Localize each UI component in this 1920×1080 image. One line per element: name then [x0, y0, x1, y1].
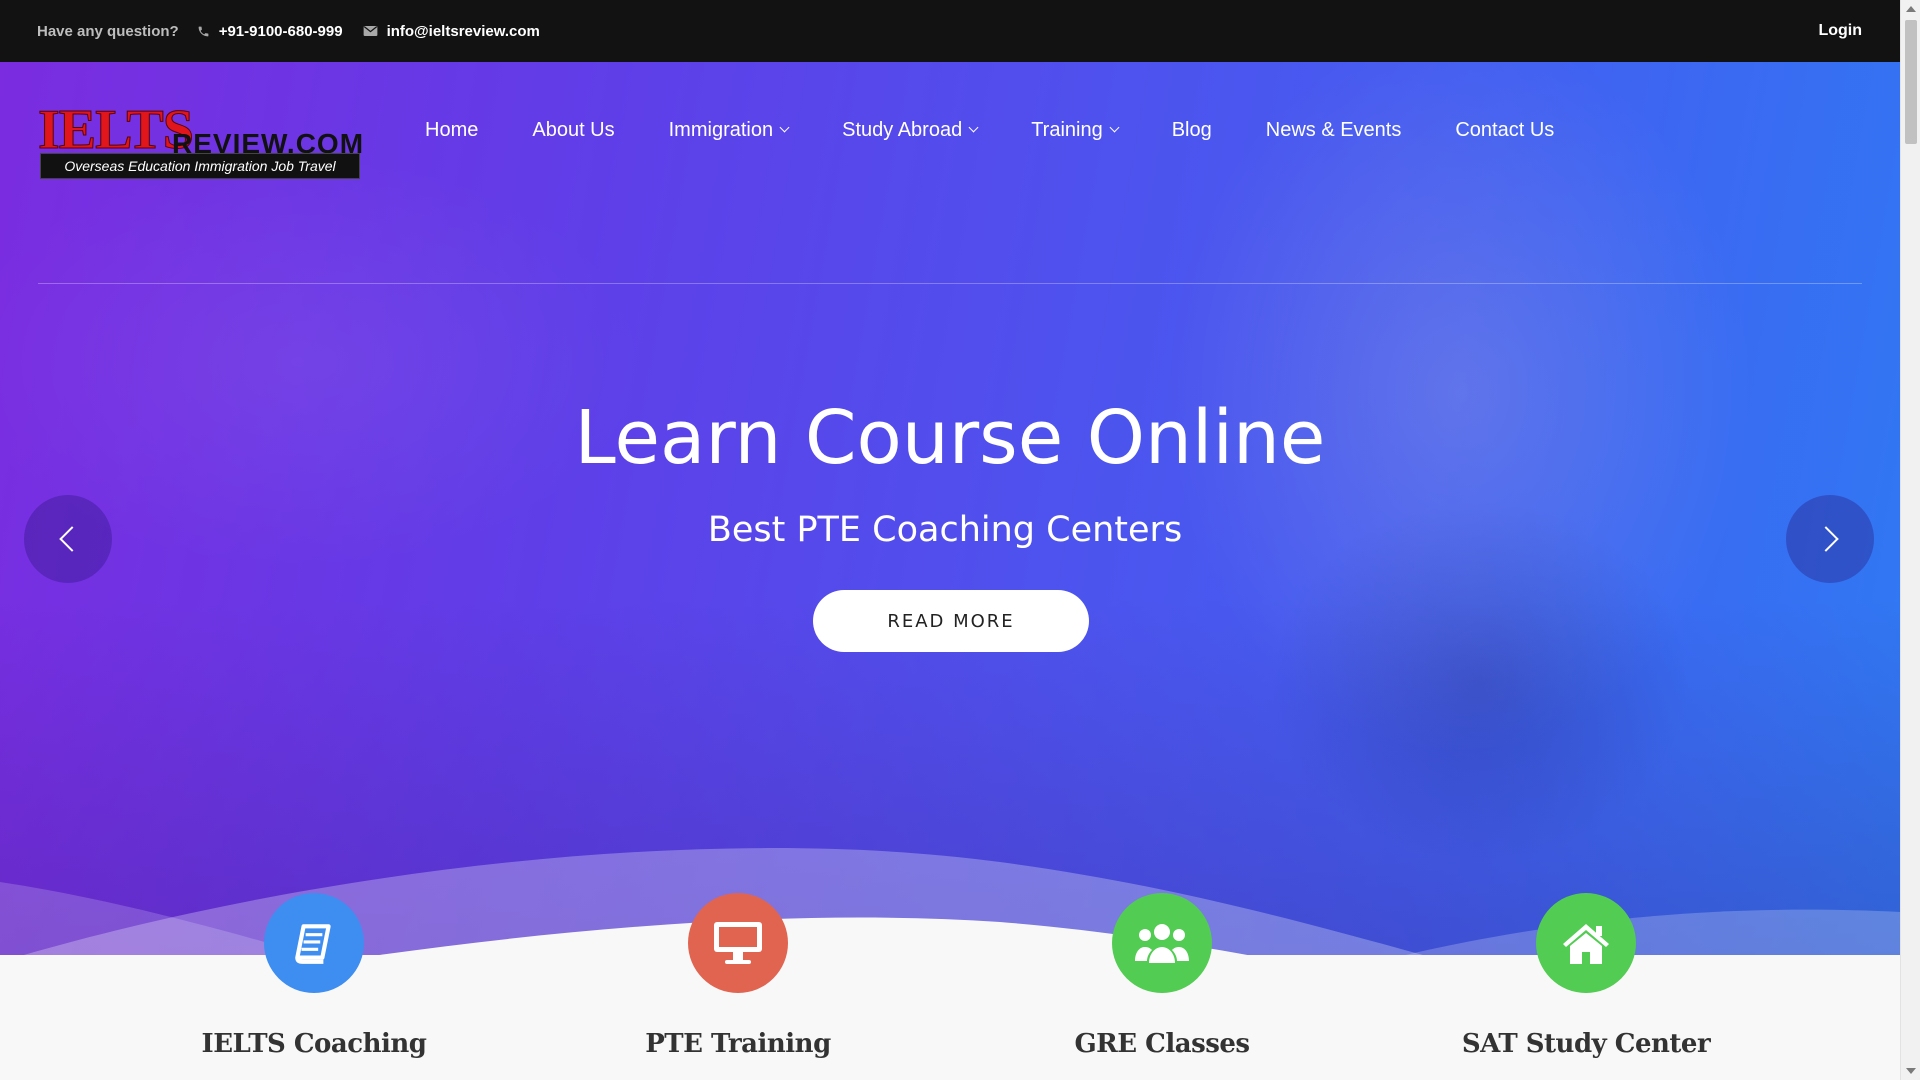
service-name: IELTS Coaching — [201, 1029, 427, 1059]
hero-background-photo — [0, 62, 1900, 955]
email-link[interactable]: info@ieltsreview.com — [387, 23, 540, 40]
site-logo[interactable]: IELTS REVIEW.COM Overseas Education Immi… — [38, 99, 363, 180]
hero-title: Learn Course Online — [574, 395, 1326, 481]
hero-subtitle: Best PTE Coaching Centers — [707, 510, 1183, 550]
service-name: SAT Study Center — [1461, 1029, 1711, 1059]
chevron-down-icon — [779, 122, 790, 133]
read-more-button[interactable]: READ MORE — [813, 590, 1089, 652]
nav-training-label: Training — [1031, 118, 1103, 141]
users-icon — [1112, 893, 1212, 993]
service-name: GRE Classes — [1074, 1029, 1250, 1059]
nav-divider — [38, 283, 1862, 284]
service-gre-classes[interactable]: GRE Classes — [952, 893, 1372, 1059]
nav-study-abroad[interactable]: Study Abroad — [842, 118, 979, 142]
service-sat-study-center[interactable]: SAT Study Center — [1376, 893, 1796, 1059]
nav-immigration[interactable]: Immigration — [668, 118, 790, 142]
logo-tagline: Overseas Education Immigration Job Trave… — [40, 153, 360, 179]
chevron-down-icon — [968, 122, 979, 133]
scrollbar-thumb[interactable] — [1905, 20, 1917, 144]
phone-icon — [197, 25, 210, 38]
chevron-down-icon — [1109, 122, 1120, 133]
nav-home[interactable]: Home — [425, 119, 478, 142]
nav-contact-us[interactable]: Contact Us — [1455, 119, 1554, 142]
logo-primary: IELTS — [38, 99, 195, 161]
nav-news-events-label: News & Events — [1265, 118, 1402, 141]
monitor-icon — [688, 893, 788, 993]
service-ielts-coaching[interactable]: IELTS Coaching — [104, 893, 524, 1059]
nav-about-us-label: About Us — [532, 118, 615, 141]
scroll-up-icon[interactable] — [1906, 6, 1916, 12]
main-nav: Home About Us Immigration Study Abroad T… — [398, 110, 1581, 150]
nav-immigration-label: Immigration — [668, 118, 774, 141]
nav-contact-us-label: Contact Us — [1455, 118, 1555, 141]
question-text: Have any question? — [37, 22, 179, 40]
phone-number[interactable]: +91-9100-680-999 — [219, 23, 343, 40]
nav-about-us[interactable]: About Us — [532, 119, 614, 142]
top-bar: Have any question? +91-9100-680-999 info… — [0, 0, 1900, 62]
nav-blog-label: Blog — [1171, 118, 1212, 141]
contact-info: Have any question? +91-9100-680-999 info… — [37, 0, 560, 62]
envelope-icon — [363, 25, 378, 37]
page-scrollbar[interactable] — [1900, 0, 1920, 1080]
hero-slider — [0, 62, 1900, 955]
login-link[interactable]: Login — [1818, 0, 1862, 62]
nav-home-label: Home — [425, 118, 479, 141]
book-icon — [264, 893, 364, 993]
service-pte-training[interactable]: PTE Training — [528, 893, 948, 1059]
nav-study-abroad-label: Study Abroad — [842, 118, 963, 141]
nav-news-events[interactable]: News & Events — [1266, 119, 1402, 142]
nav-blog[interactable]: Blog — [1172, 119, 1212, 142]
scroll-down-icon[interactable] — [1906, 1068, 1916, 1074]
nav-training[interactable]: Training — [1031, 118, 1120, 142]
home-icon — [1536, 893, 1636, 993]
service-name: PTE Training — [645, 1029, 831, 1059]
